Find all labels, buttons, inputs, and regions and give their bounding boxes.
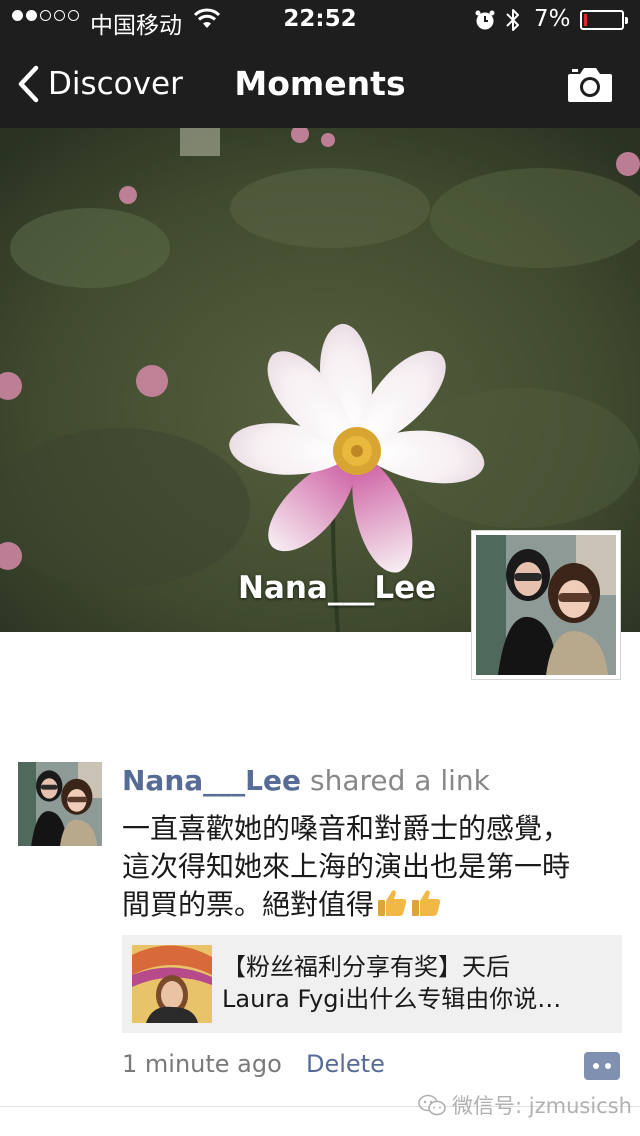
wechat-icon bbox=[418, 1094, 446, 1116]
profile-avatar[interactable] bbox=[471, 530, 621, 680]
battery-percent: 7% bbox=[534, 6, 571, 32]
watermark-text: 微信号: jzmusicsh bbox=[452, 1094, 632, 1118]
battery-icon bbox=[580, 10, 628, 30]
post-body: 一直喜歡她的嗓音和對爵士的感覺， 這次得知她來上海的演出也是第一時 間買的票。絕… bbox=[122, 810, 622, 924]
delete-button[interactable]: Delete bbox=[306, 1050, 385, 1078]
watermark: 微信号: jzmusicsh bbox=[418, 1090, 632, 1120]
thumbs-up-icon bbox=[378, 890, 407, 916]
shared-link-card[interactable]: 【粉丝福利分享有奖】天后 Laura Fygi出什么专辑由你说… bbox=[122, 935, 622, 1033]
back-button-label: Discover bbox=[48, 66, 183, 102]
post-text-line: 這次得知她來上海的演出也是第一時 bbox=[122, 850, 571, 883]
alarm-icon bbox=[475, 10, 495, 30]
link-title: 【粉丝福利分享有奖】天后 Laura Fygi出什么专辑由你说… bbox=[222, 951, 614, 1015]
bluetooth-icon bbox=[506, 9, 519, 31]
link-thumbnail-photo bbox=[132, 945, 212, 1023]
status-bar: 中国移动 22:52 7% bbox=[0, 0, 640, 40]
link-title-line: 【粉丝福利分享有奖】天后 bbox=[222, 953, 510, 981]
nav-bar: Discover Moments bbox=[0, 40, 640, 128]
battery-level-fill bbox=[584, 14, 587, 26]
thumbs-up-icon bbox=[412, 890, 441, 916]
post-author-name[interactable]: Nana___Lee bbox=[122, 764, 301, 797]
post-action-text: shared a link bbox=[310, 764, 490, 797]
back-button[interactable]: Discover bbox=[16, 62, 183, 106]
chevron-left-icon bbox=[18, 65, 39, 103]
camera-icon[interactable] bbox=[566, 64, 614, 104]
link-thumbnail bbox=[132, 945, 212, 1023]
post-text-line-content: 間買的票。絕對值得 bbox=[122, 888, 375, 921]
post-text-line: 間買的票。絕對值得 bbox=[122, 886, 622, 924]
avatar-photo bbox=[476, 535, 616, 675]
post-avatar-photo bbox=[18, 762, 102, 846]
post-text-line: 一直喜歡她的嗓音和對爵士的感覺， bbox=[122, 812, 571, 845]
comment-icon[interactable] bbox=[584, 1052, 620, 1080]
link-title-line: Laura Fygi出什么专辑由你说… bbox=[222, 985, 562, 1013]
post-author-avatar[interactable] bbox=[18, 762, 102, 846]
cover-user-name[interactable]: Nana___Lee bbox=[238, 570, 436, 606]
post-timestamp: 1 minute ago bbox=[122, 1050, 282, 1078]
